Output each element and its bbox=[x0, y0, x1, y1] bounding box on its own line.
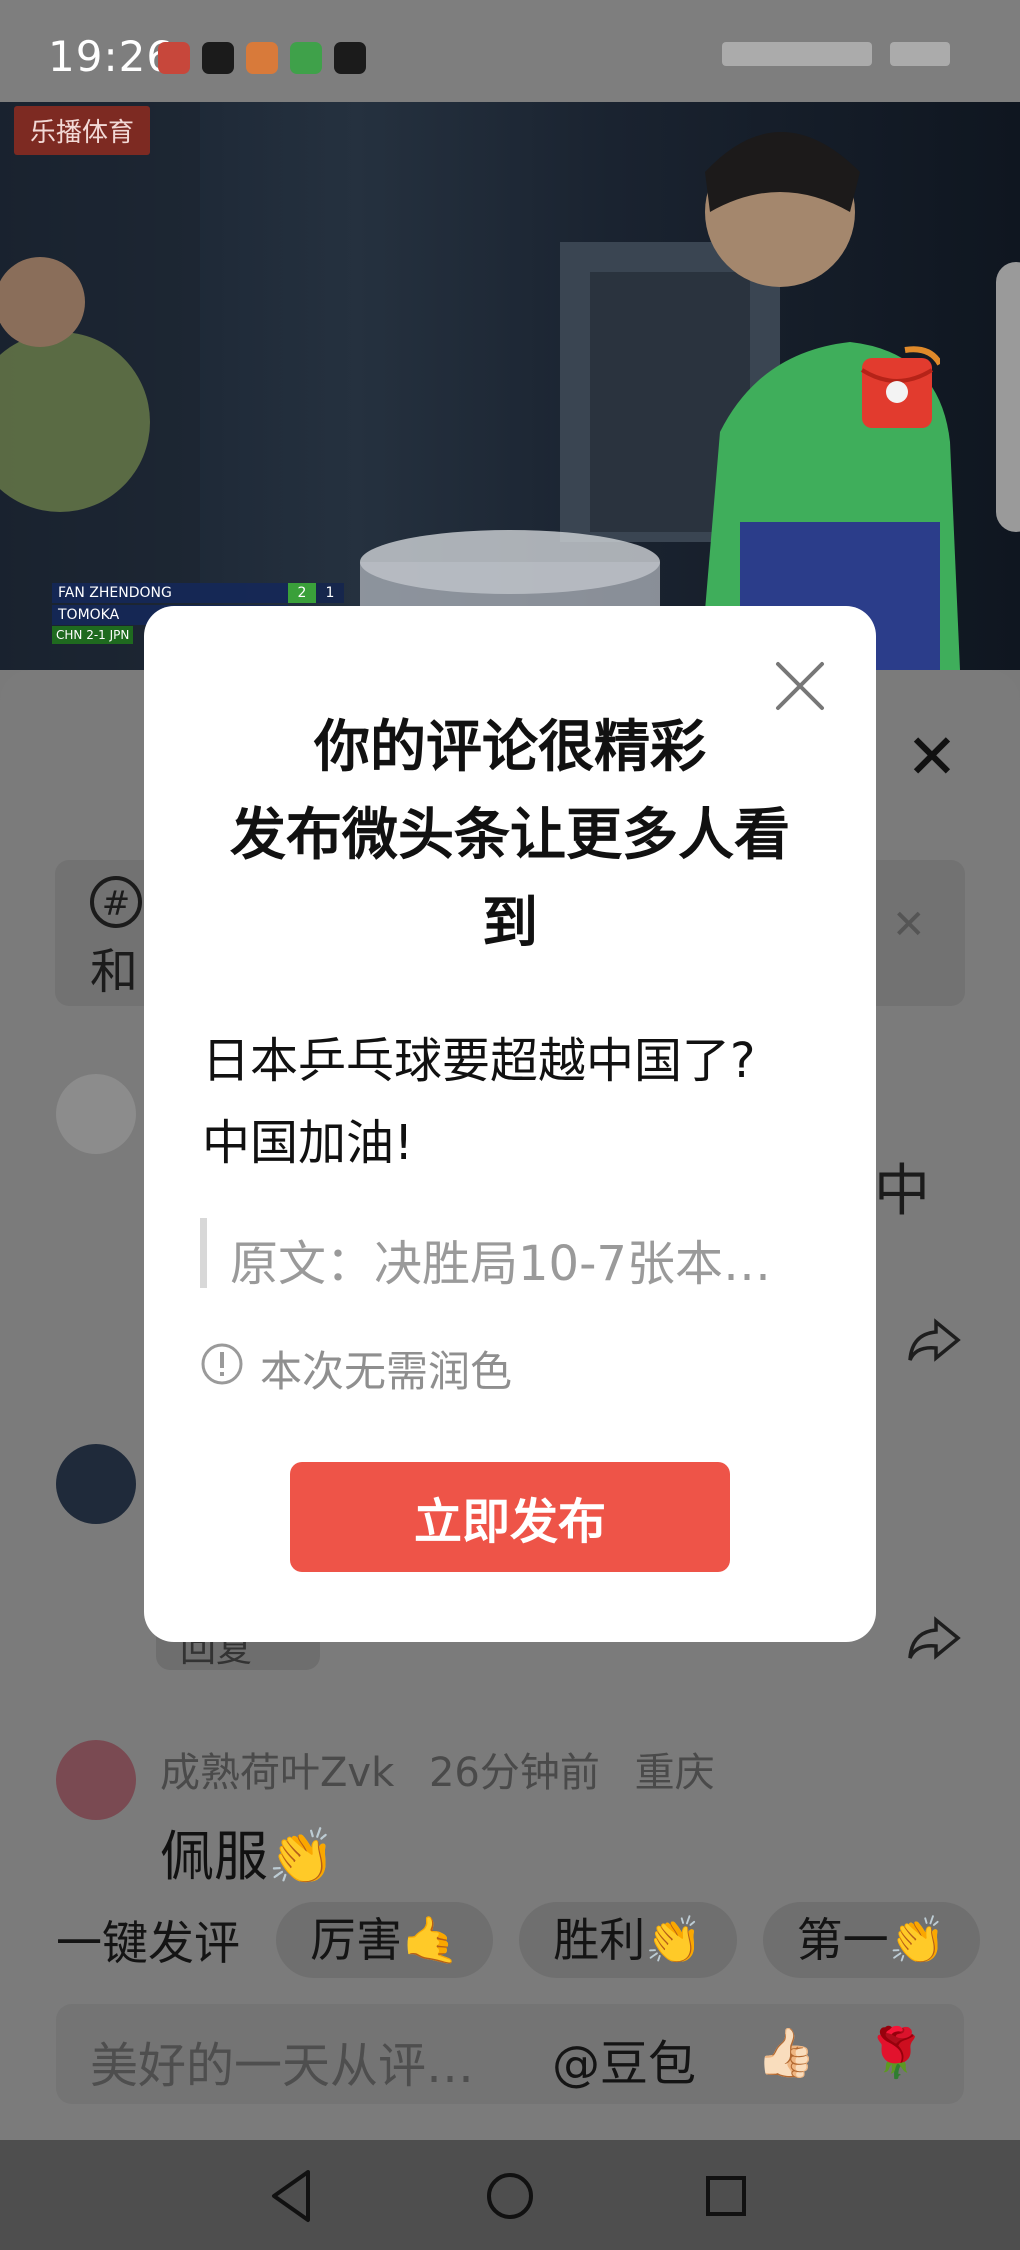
video-player[interactable]: 乐播体育 FAN ZHENDONG 2 1 TOMOKA CHN 2-1 JPN bbox=[0, 102, 1020, 670]
avatar[interactable] bbox=[56, 1074, 136, 1154]
avatar[interactable] bbox=[56, 1740, 136, 1820]
score-row-chn: FAN ZHENDONG 2 1 bbox=[52, 582, 344, 604]
signal-icon bbox=[722, 42, 872, 66]
info-icon bbox=[201, 1343, 243, 1385]
quick-chip[interactable]: 厉害🤙 bbox=[276, 1902, 494, 1978]
home-app-icon bbox=[246, 42, 278, 74]
red-packet-icon[interactable] bbox=[860, 340, 940, 430]
tiktok-icon bbox=[202, 42, 234, 74]
match-status: CHN 2-1 JPN bbox=[52, 626, 134, 644]
comment-text-fragment: 中 bbox=[874, 1159, 930, 1224]
status-app-icons bbox=[158, 42, 366, 74]
comment-time: 26分钟前 bbox=[428, 1750, 600, 1796]
status-time: 19:26 bbox=[48, 32, 175, 81]
hashtag-icon: # bbox=[90, 876, 142, 928]
dialog-comment-line: 日本乒乓球要超越中国了? bbox=[202, 1033, 756, 1089]
original-quote: 原文：决胜局10-7张本… bbox=[230, 1236, 771, 1292]
back-icon[interactable] bbox=[262, 2164, 326, 2228]
dialog-title: 你的评论很精彩 发布微头条让更多人看 到 bbox=[200, 704, 820, 968]
status-bar: 19:26 bbox=[0, 0, 1020, 102]
player-name: FAN ZHENDONG bbox=[52, 583, 288, 603]
comment-meta: 成熟荷叶Zvk 26分钟前 重庆 bbox=[160, 1740, 737, 1798]
share-icon[interactable] bbox=[906, 1614, 962, 1664]
topic-close-icon[interactable]: ✕ bbox=[892, 902, 926, 948]
comment-author[interactable]: 成熟荷叶Zvk bbox=[160, 1750, 394, 1796]
wechat-icon bbox=[290, 42, 322, 74]
dialog-title-line: 到 bbox=[482, 891, 538, 956]
comment-input-placeholder[interactable]: 美好的一天从评… bbox=[90, 2026, 474, 2096]
quick-chip[interactable]: 第一👏 bbox=[762, 1902, 980, 1978]
dialog-title-line: 发布微头条让更多人看 bbox=[230, 803, 790, 868]
player-points: 1 bbox=[316, 583, 344, 603]
quick-comment-label: 一键发评 bbox=[56, 1916, 240, 1970]
dialog-title-line: 你的评论很精彩 bbox=[314, 715, 706, 780]
mention-doubao-button[interactable]: @豆包 bbox=[552, 2024, 696, 2094]
rose-icon[interactable]: 🌹 bbox=[866, 2024, 926, 2081]
quick-chip[interactable]: 胜利👏 bbox=[519, 1902, 737, 1978]
comment-location: 重庆 bbox=[634, 1750, 715, 1796]
battery-icon bbox=[890, 42, 950, 66]
topic-text: 和 bbox=[90, 944, 139, 1000]
dialog-comment-text: 日本乒乓球要超越中国了? 中国加油! bbox=[202, 1020, 822, 1184]
huawei-icon bbox=[158, 42, 190, 74]
dialog-comment-line: 中国加油! bbox=[202, 1115, 414, 1171]
tiktok-lite-icon bbox=[334, 42, 366, 74]
publish-button[interactable]: 立即发布 bbox=[290, 1462, 730, 1572]
home-icon[interactable] bbox=[478, 2164, 542, 2228]
player-sets: 2 bbox=[288, 583, 316, 603]
quick-comment-bar: 一键发评 厉害🤙 胜利👏 第一👏 bbox=[56, 1902, 1006, 1978]
thumbs-up-icon[interactable]: 👍🏻 bbox=[756, 2024, 816, 2081]
status-indicators bbox=[722, 42, 950, 66]
side-floating-tab[interactable] bbox=[996, 262, 1020, 532]
comment-body: 佩服👏 bbox=[160, 1825, 336, 1888]
recents-icon[interactable] bbox=[694, 2164, 758, 2228]
polish-tip: 本次无需润色 bbox=[260, 1347, 513, 1396]
quote-bar bbox=[200, 1218, 207, 1288]
avatar[interactable] bbox=[56, 1444, 136, 1524]
broadcaster-label: 乐播体育 bbox=[14, 106, 151, 155]
close-sheet-icon[interactable]: ✕ bbox=[906, 726, 958, 788]
share-icon[interactable] bbox=[906, 1316, 962, 1366]
